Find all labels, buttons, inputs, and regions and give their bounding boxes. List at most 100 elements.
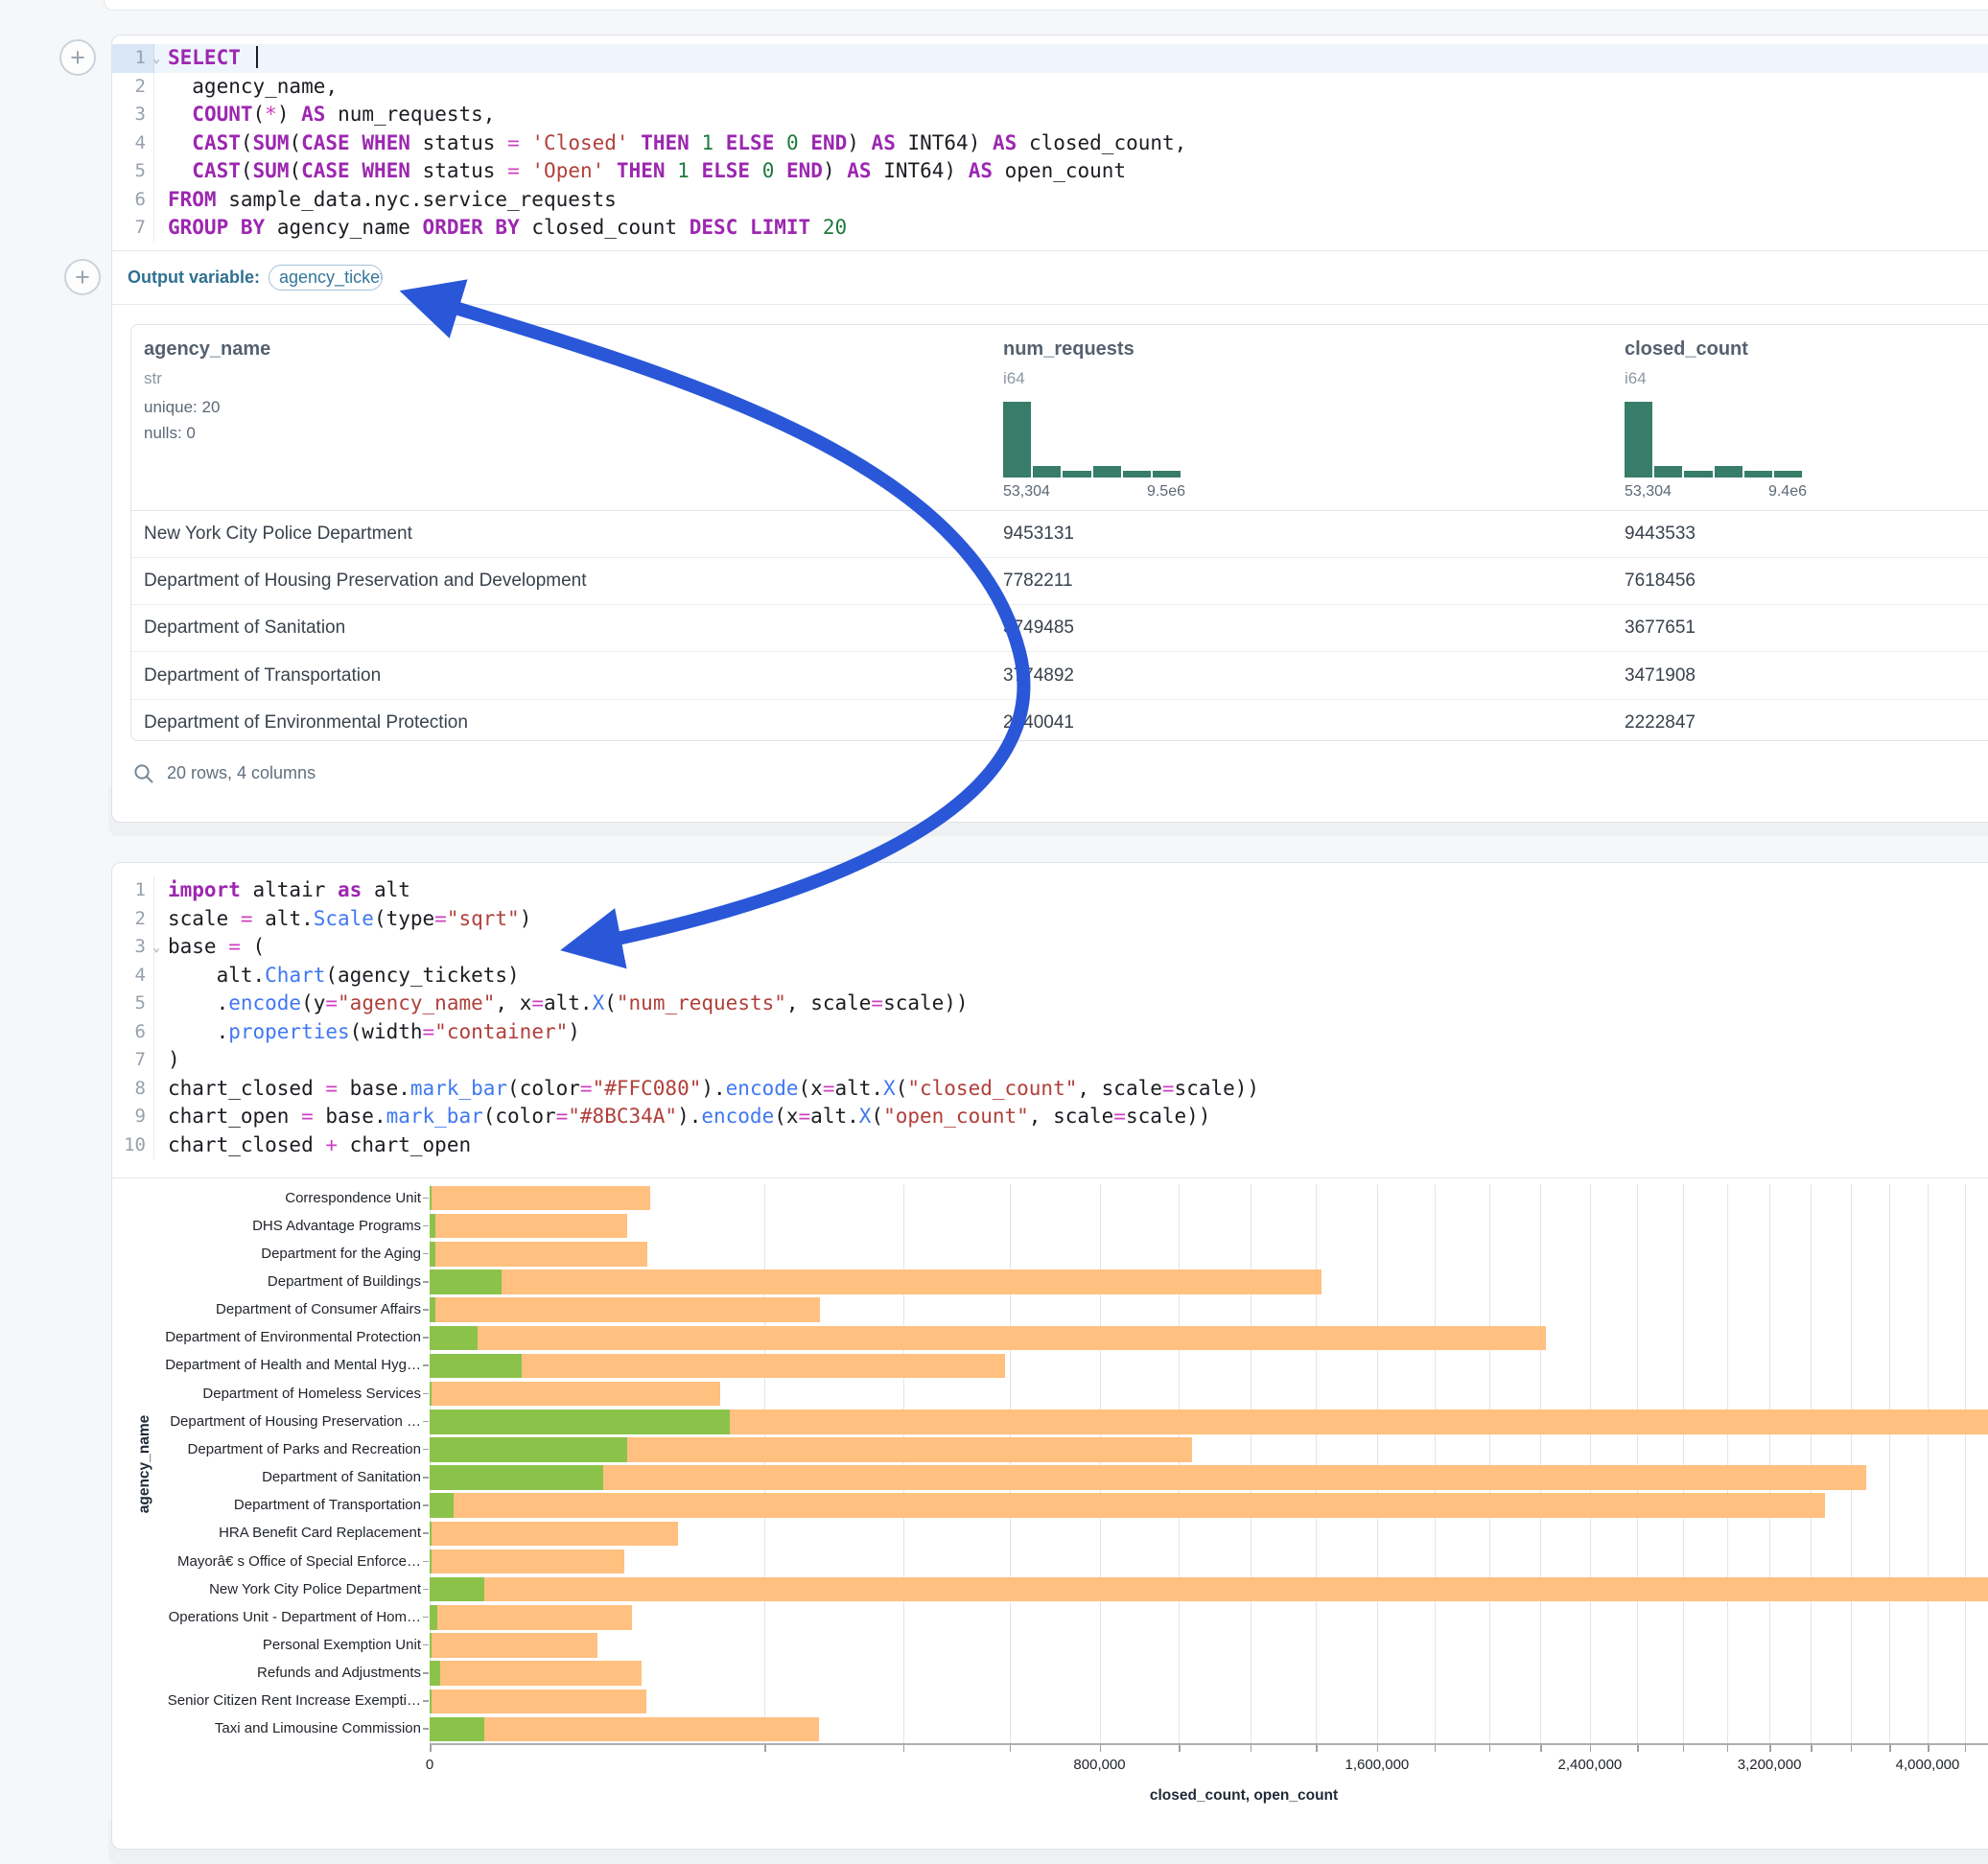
code-token: alt. (834, 1077, 883, 1100)
y-axis-label: Department of Buildings (133, 1273, 421, 1290)
code-line[interactable]: 8chart_closed = base.mark_bar(color="#FF… (112, 1075, 1988, 1104)
bar-open-count (430, 1410, 730, 1434)
code-line[interactable]: 9chart_open = base.mark_bar(color="#8BC3… (112, 1103, 1988, 1131)
code-text[interactable]: FROM sample_data.nyc.service_requests (154, 186, 1988, 215)
code-token: ( (896, 1077, 908, 1100)
code-token: , x (495, 991, 531, 1014)
bar-closed-count (430, 1549, 624, 1574)
code-text[interactable]: chart_closed = base.mark_bar(color="#FFC… (154, 1075, 1988, 1104)
x-axis-minor-tick (1889, 1745, 1891, 1752)
code-line[interactable]: 7GROUP BY agency_name ORDER BY closed_co… (112, 214, 1988, 243)
code-text[interactable]: CAST(SUM(CASE WHEN status = 'Open' THEN … (154, 157, 1988, 186)
code-text[interactable]: agency_name, (154, 73, 1988, 102)
y-axis-label: Refunds and Adjustments (133, 1665, 421, 1681)
x-axis-label: 0 (426, 1757, 433, 1773)
code-line[interactable]: 6FROM sample_data.nyc.service_requests (112, 186, 1988, 215)
table-cell: 3774892 (1003, 665, 1625, 687)
code-line[interactable]: 3 COUNT(*) AS num_requests, (112, 101, 1988, 129)
add-cell-button[interactable]: + (59, 39, 96, 76)
code-token: 1 (701, 131, 713, 154)
code-line[interactable]: 5 CAST(SUM(CASE WHEN status = 'Open' THE… (112, 157, 1988, 186)
collapse-chevron-icon[interactable]: ⌄ (152, 45, 160, 74)
code-text[interactable]: .properties(width="container") (154, 1018, 1988, 1047)
code-token: chart_closed (168, 1077, 325, 1100)
histogram-bar (1093, 466, 1121, 478)
code-token: base. (314, 1105, 386, 1128)
collapse-chevron-icon[interactable]: ⌄ (152, 934, 160, 963)
code-line[interactable]: 6 .properties(width="container") (112, 1018, 1988, 1047)
code-token: 'Closed' (531, 131, 628, 154)
code-text[interactable]: chart_open = base.mark_bar(color="#8BC34… (154, 1103, 1988, 1131)
code-token: = (1162, 1077, 1175, 1100)
histogram-max-label: 9.5e6 (1147, 483, 1185, 501)
code-token: agency_name (265, 216, 422, 239)
code-token: X (883, 1077, 896, 1100)
code-text[interactable]: SELECT (154, 44, 1988, 73)
column-name[interactable]: agency_name (144, 338, 270, 361)
table-cell: 7618456 (1625, 571, 1988, 592)
output-variable-pill[interactable]: agency_tickets (269, 265, 383, 291)
table-row[interactable]: Department of Housing Preservation and D… (131, 558, 1988, 605)
code-text[interactable]: import altair as alt (154, 876, 1988, 905)
code-text[interactable]: base = ( (154, 933, 1988, 962)
y-axis-tick (423, 1198, 429, 1200)
table-row[interactable]: Department of Environmental Protection22… (131, 700, 1988, 746)
table-row[interactable]: New York City Police Department945313194… (131, 511, 1988, 558)
code-token: alt. (253, 907, 314, 930)
code-token: ( (241, 159, 253, 182)
code-token: ) (520, 907, 532, 930)
code-token: "agency_name" (338, 991, 495, 1014)
code-token: (y (301, 991, 325, 1014)
bar-open-count (430, 1605, 437, 1630)
python-code-editor[interactable]: 1import altair as alt2scale = alt.Scale(… (112, 863, 1988, 1177)
sql-code-editor[interactable]: 1⌄SELECT 2 agency_name,3 COUNT(*) AS num… (112, 35, 1988, 250)
code-line[interactable]: 7) (112, 1046, 1988, 1075)
code-token: AS (969, 159, 993, 182)
code-line[interactable]: 2 agency_name, (112, 73, 1988, 102)
code-text[interactable]: alt.Chart(agency_tickets) (154, 962, 1988, 990)
code-token: = (241, 907, 253, 930)
code-text[interactable]: .encode(y="agency_name", x=alt.X("num_re… (154, 990, 1988, 1018)
line-number: 7 (112, 1046, 154, 1075)
code-text[interactable]: CAST(SUM(CASE WHEN status = 'Closed' THE… (154, 129, 1988, 158)
code-line[interactable]: 4 alt.Chart(agency_tickets) (112, 962, 1988, 990)
chart-gridline (1489, 1184, 1490, 1743)
code-token: sample_data.nyc.service_requests (217, 188, 617, 211)
bar-closed-count (430, 1633, 597, 1658)
column-name[interactable]: closed_count (1625, 338, 1748, 361)
code-line[interactable]: 3⌄base = ( (112, 933, 1988, 962)
code-line[interactable]: 10chart_closed + chart_open (112, 1131, 1988, 1160)
code-token: encode (726, 1077, 799, 1100)
code-line[interactable]: 1import altair as alt (112, 876, 1988, 905)
y-axis-label: Department of Parks and Recreation (133, 1441, 421, 1457)
histogram-range: 53,3049.4e6 (1625, 483, 1807, 501)
code-line[interactable]: 1⌄SELECT (112, 44, 1988, 73)
code-line[interactable]: 4 CAST(SUM(CASE WHEN status = 'Closed' T… (112, 129, 1988, 158)
code-line[interactable]: 5 .encode(y="agency_name", x=alt.X("num_… (112, 990, 1988, 1018)
code-text[interactable]: GROUP BY agency_name ORDER BY closed_cou… (154, 214, 1988, 243)
code-token: 'Open' (531, 159, 604, 182)
y-axis-label: Department of Transportation (133, 1497, 421, 1513)
table-row[interactable]: Department of Transportation377489234719… (131, 652, 1988, 699)
code-text[interactable]: chart_closed + chart_open (154, 1131, 1988, 1160)
code-line[interactable]: 2scale = alt.Scale(type="sqrt") (112, 905, 1988, 934)
previous-cell-edge (104, 0, 1988, 11)
search-icon[interactable] (133, 763, 154, 784)
code-token: X (859, 1105, 872, 1128)
table-cell: 3471908 (1625, 665, 1988, 687)
code-text[interactable]: COUNT(*) AS num_requests, (154, 101, 1988, 129)
table-row[interactable]: Department of Sanitation37494853677651 (131, 605, 1988, 652)
line-number: 3⌄ (112, 933, 154, 962)
table-cell: 9443533 (1625, 524, 1988, 545)
code-token: = (1113, 1105, 1126, 1128)
code-token: AS (301, 103, 325, 126)
code-token: , scale (1077, 1077, 1162, 1100)
code-token: + (325, 1133, 338, 1156)
code-text[interactable]: ) (154, 1046, 1988, 1075)
code-token: CASE (301, 159, 350, 182)
histogram-min-label: 53,304 (1625, 483, 1672, 501)
add-cell-button[interactable]: + (64, 259, 101, 295)
code-text[interactable]: scale = alt.Scale(type="sqrt") (154, 905, 1988, 934)
x-axis-minor-tick (1010, 1745, 1012, 1752)
column-name[interactable]: num_requests (1003, 338, 1134, 361)
